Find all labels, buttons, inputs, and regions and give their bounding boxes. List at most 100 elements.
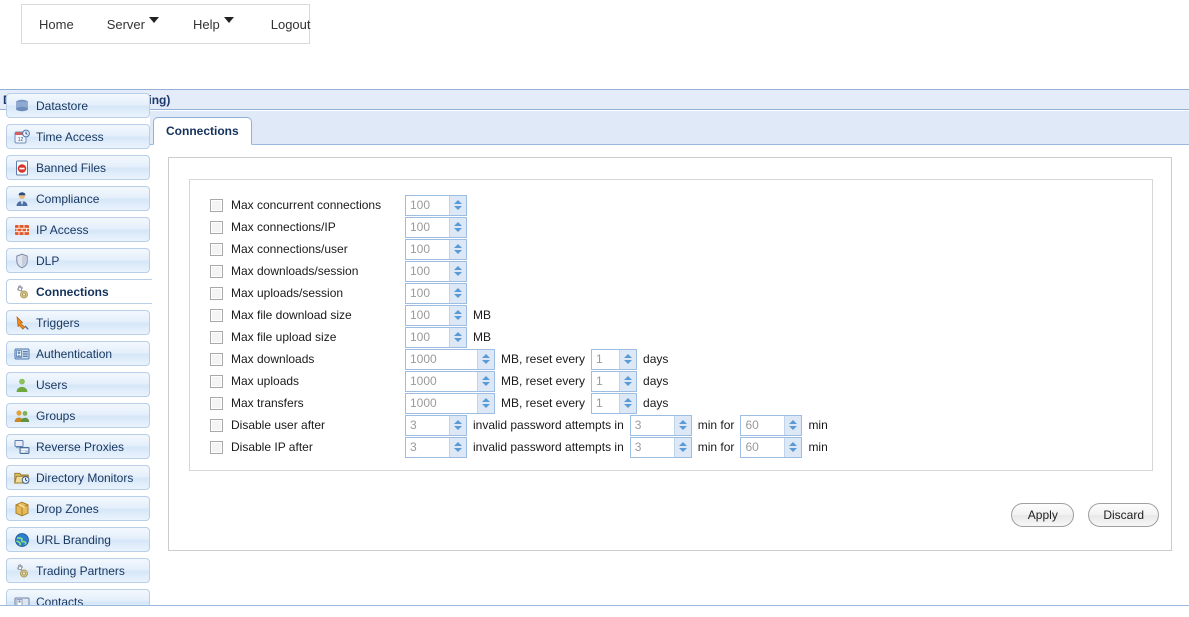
checkbox[interactable] bbox=[210, 308, 223, 322]
checkbox[interactable] bbox=[210, 242, 223, 256]
nav-help[interactable]: Help bbox=[193, 17, 234, 32]
sidebar-item-triggers[interactable]: Triggers bbox=[6, 310, 150, 335]
chevron-down-icon[interactable] bbox=[482, 404, 490, 408]
tab-connections[interactable]: Connections bbox=[153, 117, 252, 145]
sidebar-item-compliance[interactable]: Compliance bbox=[6, 186, 150, 211]
spinner-input[interactable]: 100 bbox=[405, 238, 467, 260]
spinner-value[interactable]: 60 bbox=[741, 415, 785, 435]
spinner-value[interactable]: 1 bbox=[592, 393, 620, 413]
spinner-buttons[interactable] bbox=[477, 349, 494, 369]
spinner-buttons[interactable] bbox=[477, 393, 494, 413]
chevron-down-icon[interactable] bbox=[789, 448, 798, 452]
spinner-value[interactable]: 1000 bbox=[406, 393, 477, 413]
spinner-input[interactable]: 60 bbox=[740, 414, 803, 436]
sidebar-item-dlp[interactable]: DLP bbox=[6, 248, 150, 273]
spinner-value[interactable]: 1000 bbox=[406, 349, 477, 369]
chevron-down-icon[interactable] bbox=[454, 316, 462, 320]
sidebar-item-datastore[interactable]: Datastore bbox=[6, 93, 150, 118]
sidebar-item-banned-files[interactable]: Banned Files bbox=[6, 155, 150, 180]
chevron-up-icon[interactable] bbox=[454, 420, 462, 424]
spinner-value[interactable]: 1 bbox=[592, 349, 620, 369]
spinner-value[interactable]: 3 bbox=[630, 437, 674, 457]
spinner-buttons[interactable] bbox=[449, 305, 466, 325]
spinner-input[interactable]: 1 bbox=[591, 392, 638, 414]
spinner-buttons[interactable] bbox=[619, 371, 637, 391]
spinner-buttons[interactable] bbox=[784, 437, 802, 457]
spinner-buttons[interactable] bbox=[449, 217, 466, 237]
spinner-input[interactable]: 100 bbox=[405, 326, 467, 348]
chevron-down-icon[interactable] bbox=[678, 448, 687, 452]
chevron-up-icon[interactable] bbox=[789, 442, 798, 446]
chevron-down-icon[interactable] bbox=[624, 360, 633, 364]
chevron-down-icon[interactable] bbox=[454, 272, 462, 276]
chevron-up-icon[interactable] bbox=[454, 310, 462, 314]
spinner-value[interactable]: 3 bbox=[406, 415, 449, 435]
chevron-up-icon[interactable] bbox=[678, 420, 687, 424]
spinner-input[interactable]: 100 bbox=[405, 282, 467, 304]
spinner-input[interactable]: 1 bbox=[591, 370, 638, 392]
chevron-up-icon[interactable] bbox=[454, 442, 462, 446]
spinner-input[interactable]: 3 bbox=[629, 436, 692, 458]
spinner-buttons[interactable] bbox=[449, 261, 466, 281]
sidebar-item-url-branding[interactable]: URL Branding bbox=[6, 527, 150, 552]
spinner-input[interactable]: 3 bbox=[405, 414, 467, 436]
checkbox[interactable] bbox=[210, 440, 223, 454]
sidebar-item-drop-zones[interactable]: Drop Zones bbox=[6, 496, 150, 521]
discard-button[interactable]: Discard bbox=[1088, 503, 1159, 527]
chevron-down-icon[interactable] bbox=[482, 360, 490, 364]
nav-server[interactable]: Server bbox=[107, 17, 159, 32]
spinner-value[interactable]: 3 bbox=[630, 415, 674, 435]
checkbox[interactable] bbox=[210, 418, 223, 432]
spinner-value[interactable]: 100 bbox=[406, 195, 449, 215]
chevron-down-icon[interactable] bbox=[454, 228, 462, 232]
sidebar-item-trading-partners[interactable]: Trading Partners bbox=[6, 558, 150, 583]
spinner-buttons[interactable] bbox=[619, 393, 637, 413]
sidebar-item-directory-monitors[interactable]: Directory Monitors bbox=[6, 465, 150, 490]
chevron-down-icon[interactable] bbox=[482, 382, 490, 386]
spinner-value[interactable]: 1 bbox=[592, 371, 620, 391]
spinner-buttons[interactable] bbox=[673, 415, 691, 435]
spinner-input[interactable]: 3 bbox=[405, 436, 467, 458]
spinner-input[interactable]: 100 bbox=[405, 216, 467, 238]
chevron-up-icon[interactable] bbox=[482, 398, 490, 402]
spinner-input[interactable]: 1000 bbox=[405, 392, 495, 414]
chevron-up-icon[interactable] bbox=[624, 354, 633, 358]
spinner-buttons[interactable] bbox=[477, 371, 494, 391]
chevron-down-icon[interactable] bbox=[454, 250, 462, 254]
chevron-up-icon[interactable] bbox=[624, 376, 633, 380]
chevron-down-icon[interactable] bbox=[678, 426, 687, 430]
apply-button[interactable]: Apply bbox=[1011, 503, 1075, 527]
spinner-value[interactable]: 100 bbox=[406, 283, 449, 303]
chevron-up-icon[interactable] bbox=[678, 442, 687, 446]
spinner-value[interactable]: 1000 bbox=[406, 371, 477, 391]
chevron-up-icon[interactable] bbox=[454, 200, 462, 204]
spinner-input[interactable]: 60 bbox=[740, 436, 803, 458]
chevron-down-icon[interactable] bbox=[624, 404, 633, 408]
spinner-value[interactable]: 100 bbox=[406, 305, 449, 325]
sidebar-item-groups[interactable]: Groups bbox=[6, 403, 150, 428]
chevron-up-icon[interactable] bbox=[624, 398, 633, 402]
sidebar-item-connections[interactable]: Connections bbox=[6, 279, 152, 304]
spinner-buttons[interactable] bbox=[449, 239, 466, 259]
checkbox[interactable] bbox=[210, 198, 223, 212]
checkbox[interactable] bbox=[210, 396, 223, 410]
chevron-up-icon[interactable] bbox=[454, 266, 462, 270]
chevron-up-icon[interactable] bbox=[482, 354, 490, 358]
spinner-value[interactable]: 100 bbox=[406, 261, 449, 281]
spinner-value[interactable]: 3 bbox=[406, 437, 449, 457]
spinner-value[interactable]: 100 bbox=[406, 239, 449, 259]
nav-logout[interactable]: Logout bbox=[271, 17, 311, 32]
checkbox[interactable] bbox=[210, 330, 223, 344]
spinner-buttons[interactable] bbox=[784, 415, 802, 435]
sidebar-item-time-access[interactable]: 12 Time Access bbox=[6, 124, 150, 149]
chevron-up-icon[interactable] bbox=[454, 244, 462, 248]
sidebar-item-authentication[interactable]: Authentication bbox=[6, 341, 150, 366]
spinner-input[interactable]: 3 bbox=[629, 414, 692, 436]
spinner-input[interactable]: 1000 bbox=[405, 370, 495, 392]
sidebar-item-reverse-proxies[interactable]: Reverse Proxies bbox=[6, 434, 150, 459]
spinner-buttons[interactable] bbox=[673, 437, 691, 457]
sidebar-item-users[interactable]: Users bbox=[6, 372, 150, 397]
chevron-up-icon[interactable] bbox=[454, 288, 462, 292]
nav-home[interactable]: Home bbox=[39, 17, 74, 32]
checkbox[interactable] bbox=[210, 264, 223, 278]
